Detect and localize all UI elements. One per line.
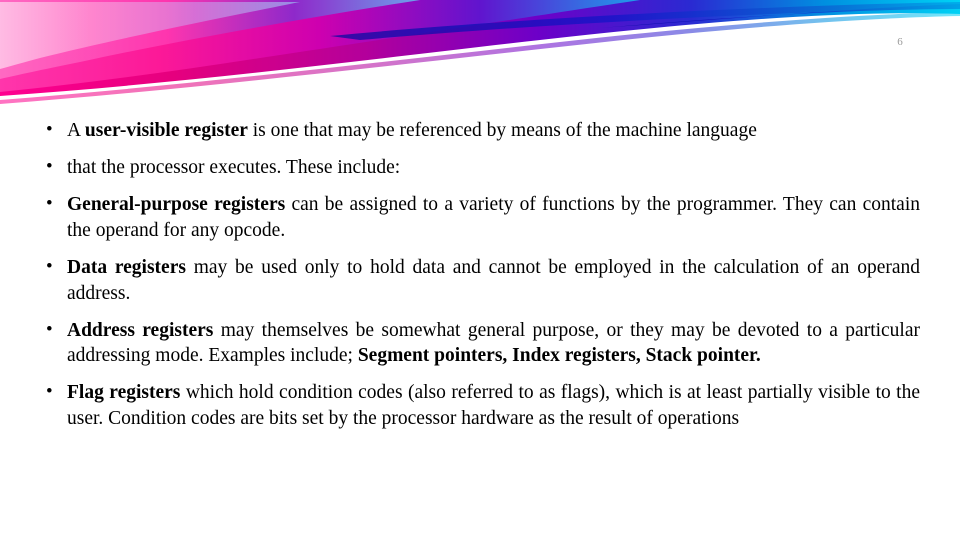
slide-number: 6 [897, 36, 903, 48]
bullet-text-4: Address registers may themselves be some… [67, 318, 920, 370]
text-run: A [67, 120, 85, 141]
bullet-text-0: A user-visible register is one that may … [67, 118, 920, 144]
bullet-text-2: General-purpose registers can be assigne… [67, 192, 920, 244]
bullet-processor-executes: that the processor executes. These inclu… [40, 154, 920, 181]
text-run: is one that may be referenced by means o… [247, 120, 757, 141]
bullet-text-5: Flag registers which hold condition code… [67, 380, 920, 432]
slide: 6 A user-visible register is one that ma… [0, 0, 960, 540]
bullet-user-visible-register: A user-visible register is one that may … [40, 117, 920, 144]
text-run: General-purpose registers [67, 193, 286, 215]
bullet-data-registers: Data registers may be used only to hold … [40, 254, 920, 307]
bullet-address-registers: Address registers may themselves be some… [40, 317, 920, 370]
text-run: may be used only to hold data and cannot… [67, 256, 920, 304]
bullet-text-3: Data registers may be used only to hold … [67, 255, 920, 307]
bullet-text-1: that the processor executes. These inclu… [67, 155, 920, 181]
text-run: which hold condition codes (also referre… [67, 382, 921, 430]
text-run: Segment pointers, Index registers, Stack… [357, 345, 761, 367]
text-run: Flag registers [67, 382, 181, 404]
slide-body: A user-visible register is one that may … [40, 117, 920, 443]
decorative-banner-graphic [0, 0, 960, 118]
bullet-flag-registers: Flag registers which hold condition code… [40, 379, 920, 432]
text-run: that the processor executes. These inclu… [67, 156, 401, 178]
bullet-general-purpose-registers: General-purpose registers can be assigne… [40, 191, 920, 244]
text-run: Address registers [67, 319, 214, 341]
bullet-list: A user-visible register is one that may … [40, 117, 920, 432]
text-run: Data registers [67, 256, 186, 278]
text-run: user-visible register [84, 120, 248, 141]
